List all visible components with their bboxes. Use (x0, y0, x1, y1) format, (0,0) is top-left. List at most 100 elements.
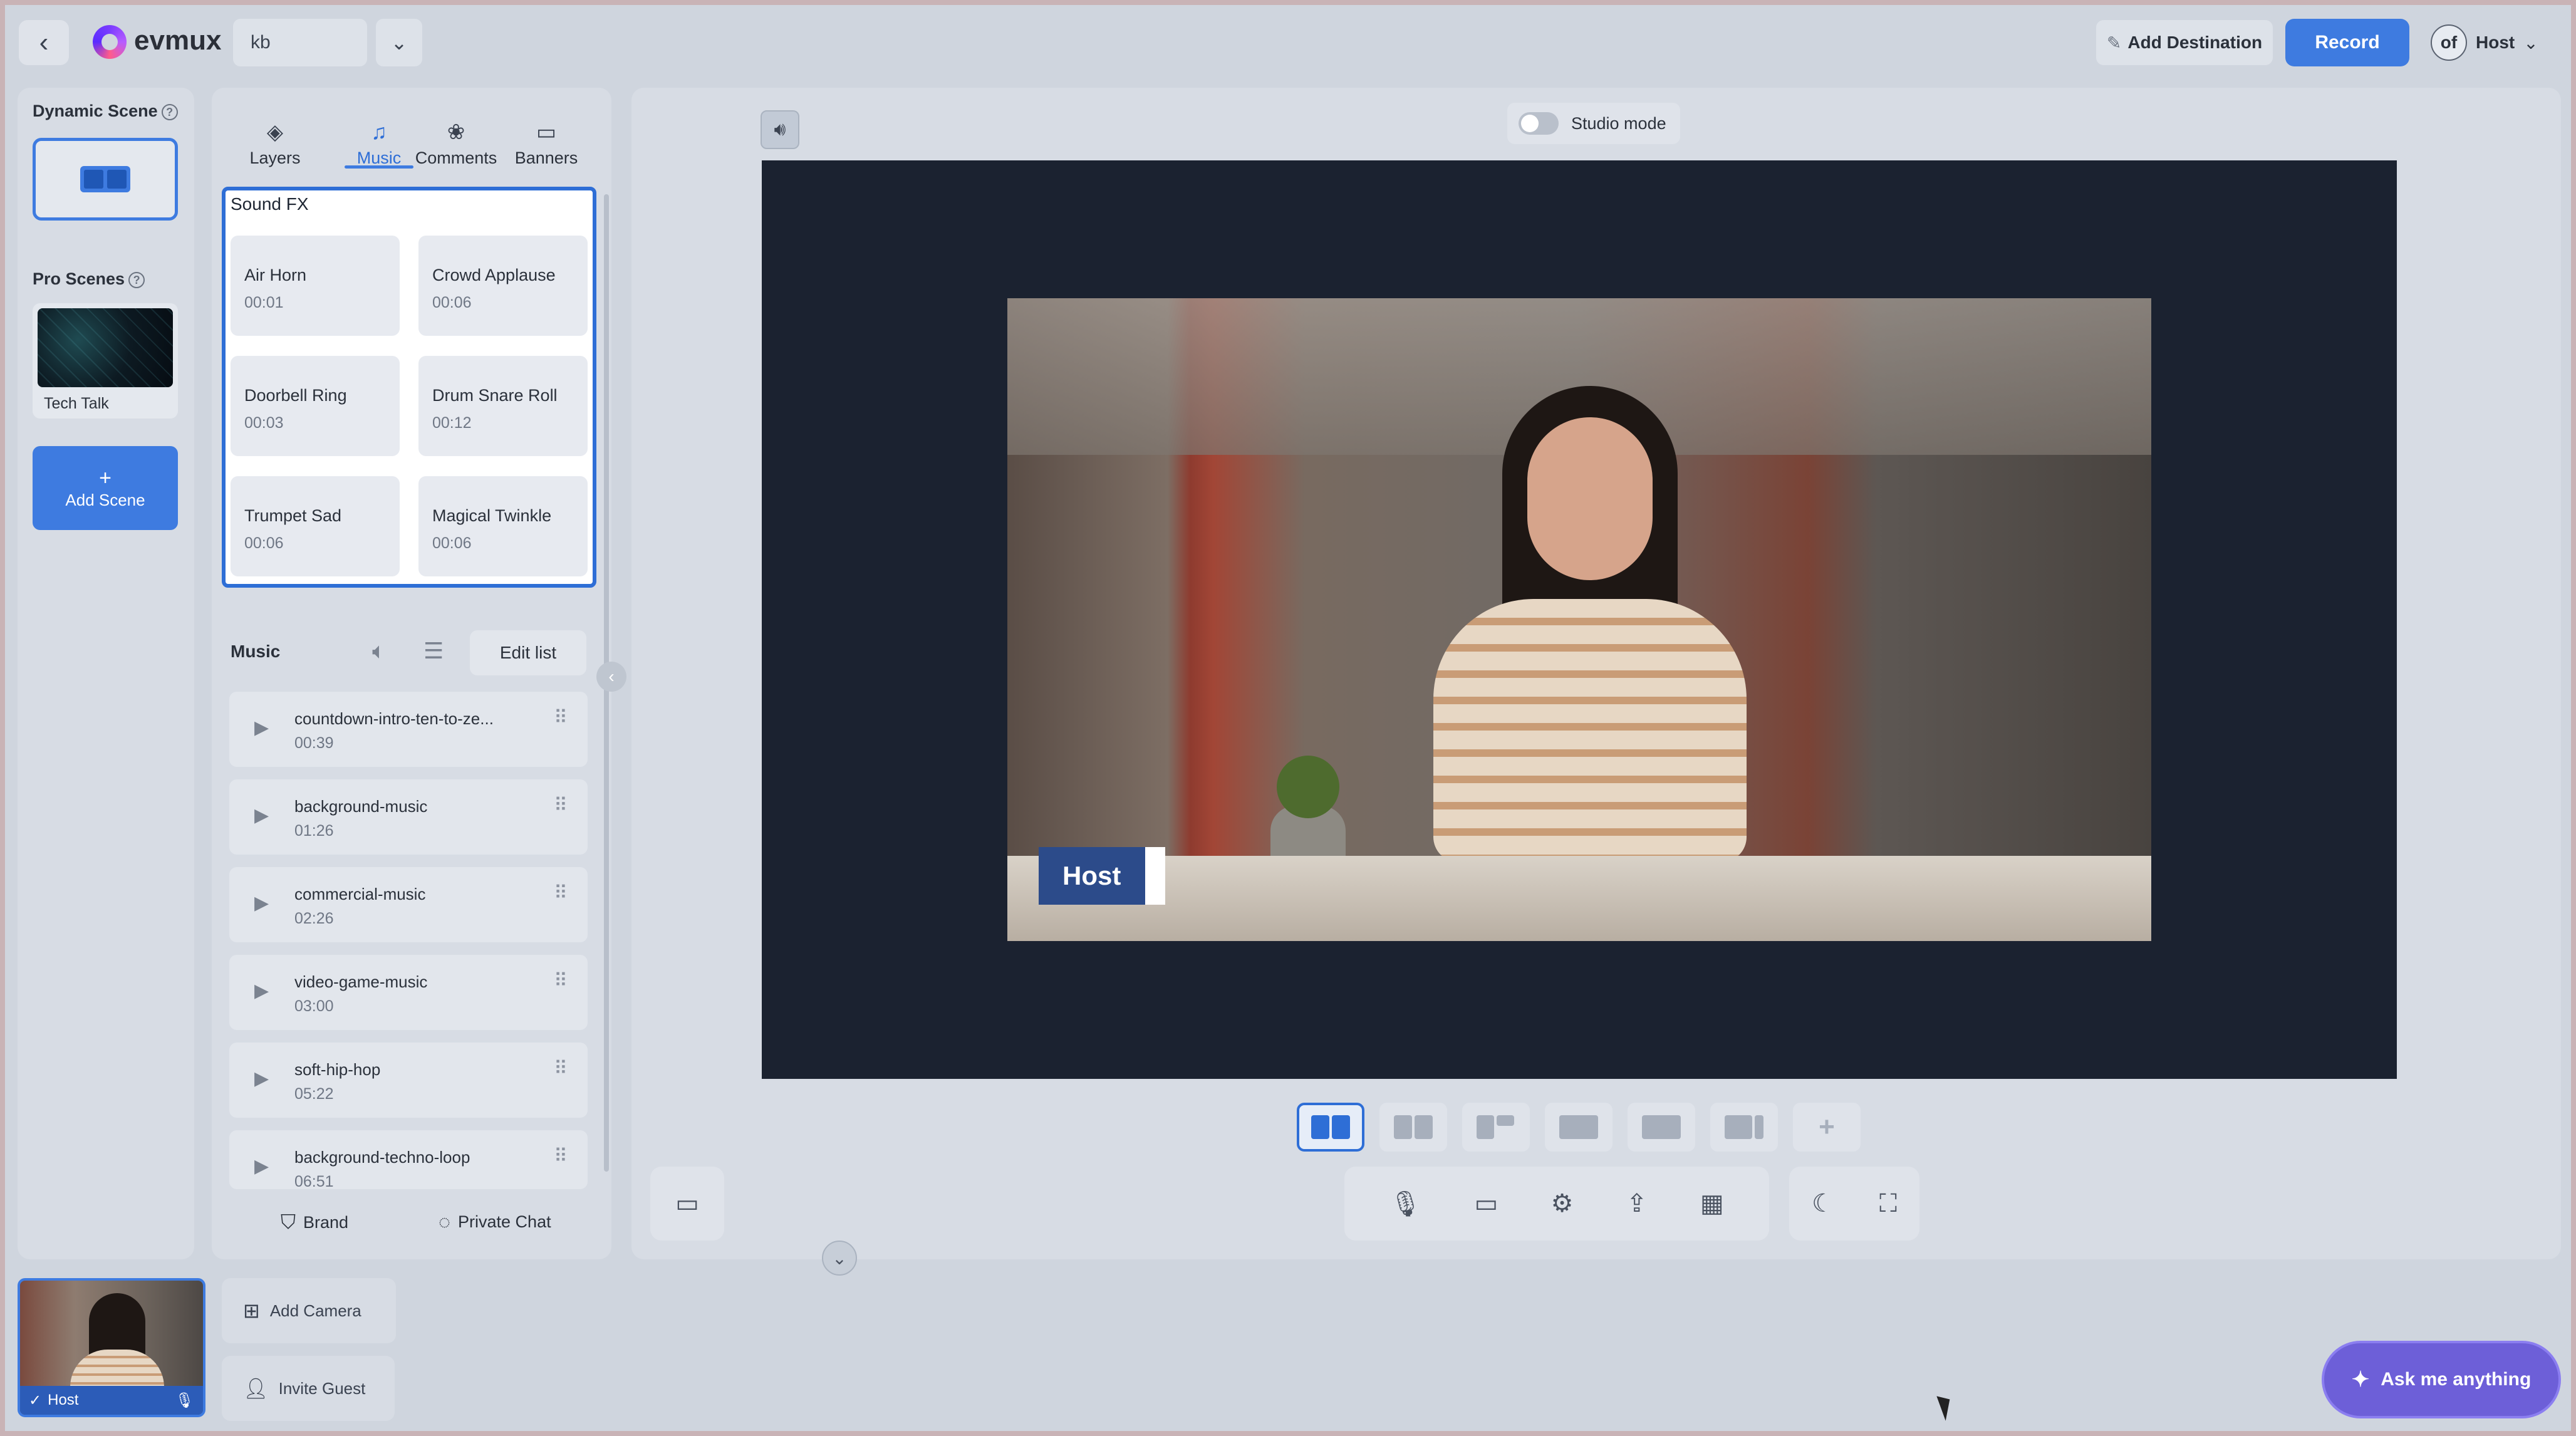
sfx-name: Trumpet Sad (244, 506, 342, 525)
tab-layers[interactable]: ◈ Layers (241, 105, 309, 168)
add-layout-button[interactable]: + (1793, 1103, 1861, 1152)
sfx-duration: 00:03 (244, 414, 284, 432)
play-icon[interactable]: ▶ (254, 1155, 269, 1177)
sfx-duration: 00:06 (432, 294, 472, 311)
chevron-down-icon: ⌄ (832, 1248, 847, 1268)
dark-mode-icon[interactable]: ☾ (1812, 1189, 1834, 1218)
plus-icon: + (1819, 1111, 1835, 1142)
host-video-feed[interactable] (1007, 298, 2151, 941)
play-icon[interactable]: ▶ (254, 892, 269, 914)
layout-split-button[interactable] (1379, 1103, 1447, 1152)
record-button[interactable]: Record (2285, 19, 2409, 66)
sfx-card-doorbell-ring[interactable]: Doorbell Ring 00:03 (231, 356, 400, 456)
track-name: background-techno-loop (294, 1148, 470, 1167)
add-scene-label: Add Scene (65, 491, 145, 509)
camera-add-icon: ⊞ (243, 1299, 260, 1322)
sfx-card-drum-snare-roll[interactable]: Drum Snare Roll 00:12 (418, 356, 588, 456)
layout-sidebar-button[interactable] (1710, 1103, 1778, 1152)
pro-scene-card[interactable]: Tech Talk (33, 303, 178, 419)
drag-handle-icon[interactable]: ⠿ (554, 1147, 568, 1166)
music-track[interactable]: ▶ soft-hip-hop 05:22 ⠿ (229, 1043, 588, 1118)
share-screen-icon[interactable]: ⇪ (1626, 1189, 1648, 1218)
active-tab-indicator (345, 165, 413, 169)
stage-audio-button[interactable]: 🔊︎ (761, 110, 799, 149)
help-icon[interactable]: ? (161, 103, 178, 120)
track-name: countdown-intro-ten-to-ze... (294, 709, 494, 728)
drag-handle-icon[interactable]: ⠿ (554, 709, 568, 727)
plus-icon: + (99, 466, 112, 490)
invite-guest-button[interactable]: 👤︎ Invite Guest (222, 1356, 395, 1421)
sfx-card-crowd-applause[interactable]: Crowd Applause 00:06 (418, 236, 588, 336)
layout-grid-button[interactable] (1462, 1103, 1530, 1152)
chevron-left-icon: ‹ (608, 667, 615, 686)
volume-icon[interactable]: 🔈︎ (372, 638, 386, 665)
studio-name-field[interactable]: kb (233, 19, 367, 66)
drag-handle-icon[interactable]: ⠿ (554, 796, 568, 815)
drag-handle-icon[interactable]: ⠿ (554, 972, 568, 991)
music-track[interactable]: ▶ background-music 01:26 ⠿ (229, 779, 588, 855)
layout-single-button[interactable] (1628, 1103, 1695, 1152)
edit-list-button[interactable]: Edit list (470, 630, 586, 675)
screen-toggle-button[interactable]: ▭ (650, 1167, 724, 1241)
person-figure (1396, 373, 1772, 875)
layout-pip-button[interactable] (1545, 1103, 1613, 1152)
drag-handle-icon[interactable]: ⠿ (554, 884, 568, 903)
drag-handle-icon[interactable]: ⠿ (554, 1059, 568, 1078)
microphone-icon: 🎙︎ (175, 1392, 194, 1409)
sfx-card-air-horn[interactable]: Air Horn 00:01 (231, 236, 400, 336)
help-icon[interactable]: ? (128, 271, 145, 288)
host-menu[interactable]: of Host ⌄ (2431, 20, 2556, 65)
pencil-icon: ✎ (2106, 33, 2122, 53)
music-track[interactable]: ▶ background-techno-loop 06:51 ⠿ (229, 1130, 588, 1189)
add-camera-button[interactable]: ⊞ Add Camera (222, 1278, 396, 1343)
chevron-down-icon: ⌄ (2523, 33, 2538, 53)
tab-banners[interactable]: ▭ Banners (511, 105, 581, 168)
collapse-panel-button[interactable]: ‹ (596, 662, 626, 692)
pro-scene-label: Tech Talk (44, 395, 109, 412)
comments-icon: ❀ (447, 120, 465, 144)
track-duration: 05:22 (294, 1085, 334, 1103)
play-icon[interactable]: ▶ (254, 980, 269, 1002)
ask-me-anything-button[interactable]: ✦ Ask me anything (2322, 1341, 2561, 1418)
dynamic-scene-thumbnail[interactable] (33, 138, 178, 221)
tech-talk-thumbnail (38, 308, 173, 387)
track-name: soft-hip-hop (294, 1060, 381, 1079)
music-track[interactable]: ▶ countdown-intro-ten-to-ze... 00:39 ⠿ (229, 692, 588, 767)
play-icon[interactable]: ▶ (254, 804, 269, 826)
brand-name: evmux (134, 25, 222, 56)
sfx-card-trumpet-sad[interactable]: Trumpet Sad 00:06 (231, 476, 400, 576)
sfx-card-magical-twinkle[interactable]: Magical Twinkle 00:06 (418, 476, 588, 576)
back-button[interactable]: ‹ (19, 20, 69, 65)
chevron-left-icon: ‹ (39, 27, 49, 58)
playlist-icon[interactable]: ☰ (423, 638, 444, 664)
private-chat-button[interactable]: ◌ Private Chat (439, 1210, 551, 1234)
music-track[interactable]: ▶ commercial-music 02:26 ⠿ (229, 867, 588, 942)
play-icon[interactable]: ▶ (254, 1068, 269, 1090)
studio-name-value: kb (251, 32, 271, 53)
settings-icon[interactable]: ⚙ (1551, 1189, 1574, 1218)
media-file-icon[interactable]: ▦ (1700, 1189, 1724, 1218)
add-scene-button[interactable]: + Add Scene (33, 446, 178, 530)
brand-button[interactable]: ⛉ Brand (281, 1210, 348, 1234)
add-destination-button[interactable]: ✎ Add Destination (2096, 20, 2273, 65)
tab-comments[interactable]: ❀ Comments (413, 105, 499, 168)
private-chat-label: Private Chat (458, 1212, 551, 1231)
play-icon[interactable]: ▶ (254, 717, 269, 739)
studio-mode-label: Studio mode (1571, 113, 1666, 133)
microphone-icon[interactable]: 🎙︎ (1389, 1189, 1421, 1219)
invite-guest-label: Invite Guest (278, 1378, 366, 1398)
camera-icon[interactable]: ▭ (1474, 1189, 1498, 1218)
tab-music[interactable]: ♫ Music (345, 105, 413, 168)
fullscreen-icon[interactable]: ⛶ (1879, 1190, 1897, 1218)
view-controls: ☾ ⛶ (1789, 1167, 1919, 1241)
mouse-cursor (1936, 1392, 1956, 1421)
studio-dropdown-button[interactable]: ⌄ (376, 19, 422, 66)
layout-two-up-button[interactable] (1297, 1103, 1364, 1152)
studio-mode-toggle[interactable]: Studio mode (1507, 103, 1680, 144)
toggle-switch[interactable] (1519, 112, 1559, 135)
music-title: Music (231, 642, 281, 661)
sfx-name: Drum Snare Roll (432, 386, 558, 405)
expand-down-button[interactable]: ⌄ (822, 1241, 857, 1276)
music-track[interactable]: ▶ video-game-music 03:00 ⠿ (229, 955, 588, 1030)
host-camera-thumbnail[interactable]: ✓ Host 🎙︎ (18, 1278, 205, 1417)
